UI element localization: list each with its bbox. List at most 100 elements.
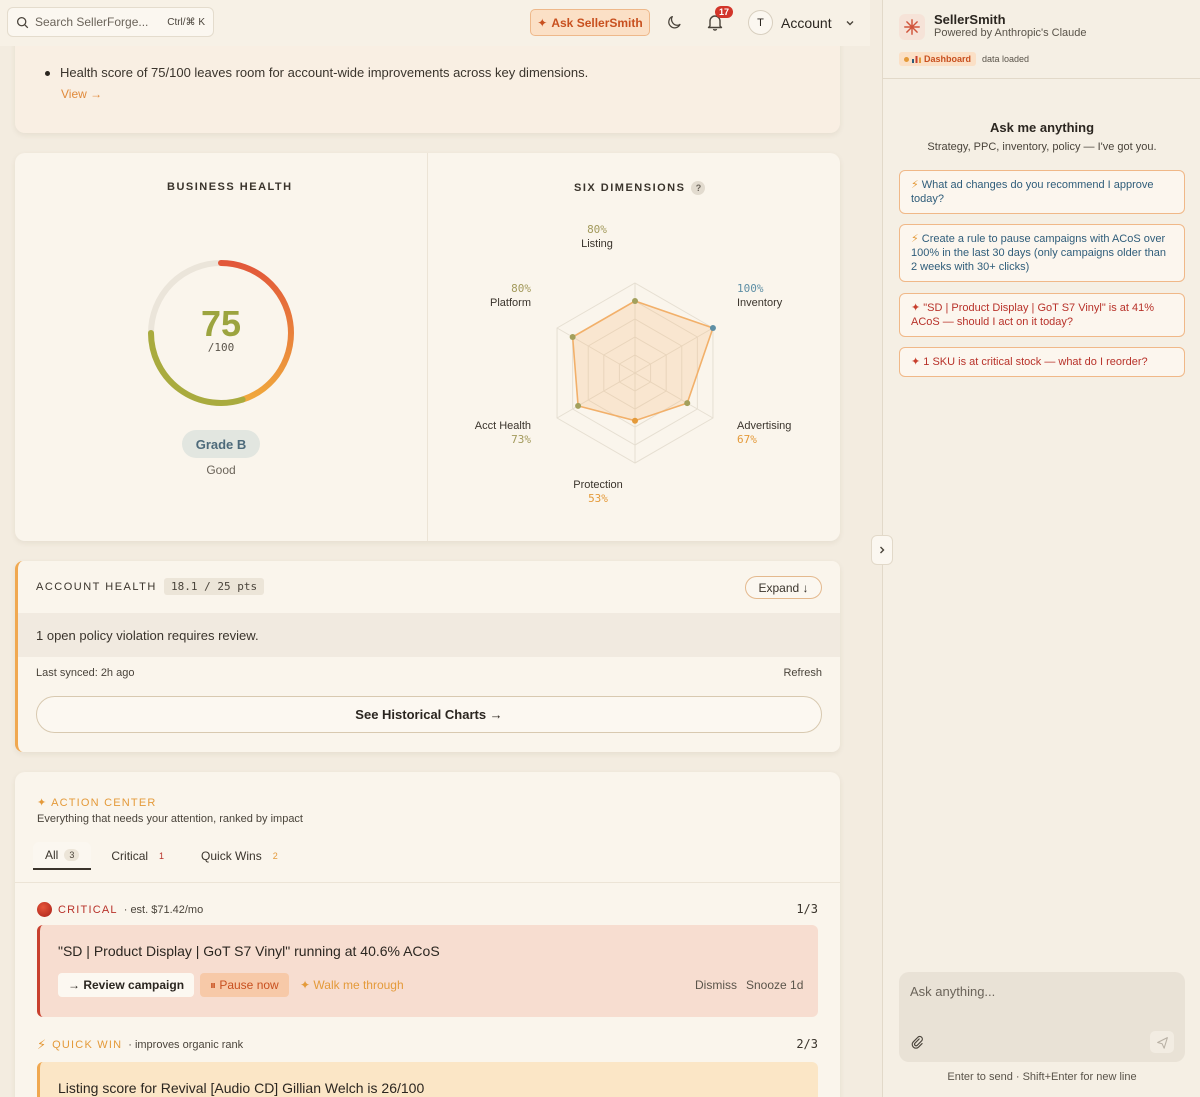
radar-value-shape — [571, 300, 714, 422]
suggestion-item[interactable]: ✦ "SD | Product Display | GoT S7 Vinyl" … — [899, 293, 1185, 337]
lightning-icon: ⚡ — [911, 179, 919, 191]
search-icon — [16, 16, 29, 28]
context-chip[interactable]: Dashboard — [899, 52, 977, 66]
dim-pct-advertising: 67% — [737, 433, 757, 446]
quick-win-action-item: Listing score for Revival [Audio CD] Gil… — [37, 1062, 818, 1097]
quick-win-label: QUICK WIN — [52, 1039, 123, 1051]
ask-button-label: Ask SellerSmith — [551, 15, 643, 30]
expand-button[interactable]: Expand ↓ — [745, 576, 822, 599]
quick-win-row-header: ⚡ QUICK WIN · improves organic rank — [37, 1037, 243, 1053]
chat-input[interactable] — [910, 981, 1170, 1001]
view-link[interactable]: View → — [61, 87, 102, 101]
dim-pct-protection: 53% — [588, 492, 608, 505]
refresh-button[interactable]: Refresh — [783, 667, 822, 679]
dim-name-platform: Platform — [490, 297, 531, 309]
critical-position: 1/3 — [796, 902, 818, 916]
suggestion-item[interactable]: ✦ 1 SKU is at critical stock — what do I… — [899, 347, 1185, 377]
historical-charts-button[interactable]: See Historical Charts → — [36, 696, 822, 733]
health-overview-card: BUSINESS HEALTH 75 /100 Grade B Good SIX… — [15, 153, 840, 541]
help-icon[interactable]: ? — [691, 181, 706, 195]
suggestion-item[interactable]: ⚡ Create a rule to pause campaigns with … — [899, 224, 1185, 282]
review-campaign-button[interactable]: → Review campaign — [58, 973, 195, 997]
critical-label: CRITICAL — [58, 903, 118, 916]
chat-composer — [899, 972, 1185, 1062]
dim-label-protection: Protection 53% — [562, 478, 634, 506]
send-icon — [1156, 1036, 1168, 1049]
dim-pct-inventory: 100% — [737, 282, 764, 295]
pause-now-button[interactable]: ⏸ Pause now — [200, 973, 289, 997]
critical-action-text: "SD | Product Display | GoT S7 Vinyl" ru… — [58, 943, 440, 959]
dim-name-acct-health: Acct Health — [474, 420, 531, 432]
moon-icon — [668, 15, 681, 29]
dim-pct-platform: 80% — [511, 282, 531, 295]
action-center-card: ✦ ACTION CENTER Everything that needs yo… — [15, 772, 840, 1097]
tabs-divider — [15, 882, 840, 883]
walk-me-through-button[interactable]: ✦ Walk me through — [300, 973, 404, 997]
critical-meta: · est. $71.42/mo — [123, 903, 204, 916]
search-shortcut: Ctrl/⌘ K — [167, 16, 205, 28]
six-dimensions-label: SIX DIMENSIONS — [574, 182, 686, 194]
business-health-title: BUSINESS HEALTH — [167, 181, 293, 193]
theme-toggle[interactable] — [666, 13, 686, 33]
action-center-subtitle: Everything that needs your attention, ra… — [37, 813, 303, 825]
dimensions-radar-chart — [556, 282, 716, 464]
lightning-icon: ⚡ — [911, 233, 919, 245]
ask-sellersmith-button[interactable]: ✦ Ask SellerSmith — [530, 9, 650, 36]
bullet-dot — [45, 71, 50, 76]
snooze-button[interactable]: Snooze 1d — [746, 978, 803, 992]
dim-name-listing: Listing — [581, 238, 613, 250]
context-status: data loaded — [982, 54, 1030, 64]
sparkle-icon: ✦ — [911, 356, 921, 368]
tab-all[interactable]: All 3 — [33, 842, 92, 870]
lightning-icon: ⚡ — [37, 1037, 47, 1052]
sparkle-icon: ✦ — [911, 302, 921, 314]
sparkle-icon: ✦ — [537, 15, 548, 30]
dim-name-protection: Protection — [573, 479, 623, 491]
suggestion-text: What ad changes do you recommend I appro… — [911, 179, 1154, 205]
quick-win-meta: · improves organic rank — [128, 1039, 244, 1051]
starburst-icon — [904, 19, 920, 35]
dim-pct-listing: 80% — [587, 223, 607, 236]
last-synced: Last synced: 2h ago — [36, 667, 135, 679]
tab-quick-wins[interactable]: Quick Wins 2 — [189, 842, 295, 870]
quick-win-action-text: Listing score for Revival [Audio CD] Gil… — [58, 1080, 425, 1096]
tab-critical[interactable]: Critical 1 — [99, 842, 181, 870]
search-box[interactable]: Search SellerForge... Ctrl/⌘ K — [7, 7, 214, 37]
tab-all-label: All — [45, 848, 59, 862]
card-divider — [427, 153, 428, 541]
violation-text: 1 open policy violation requires review. — [36, 627, 259, 643]
search-placeholder: Search SellerForge... — [35, 15, 149, 29]
notifications-button[interactable]: 17 — [705, 6, 734, 34]
context-indicator: Dashboard data loaded — [899, 52, 1029, 66]
health-score: 75 — [200, 303, 242, 344]
dim-name-inventory: Inventory — [737, 297, 783, 309]
dismiss-button[interactable]: Dismiss — [695, 978, 737, 992]
assistant-heading: Ask me anything — [989, 120, 1095, 135]
status-dot-icon — [904, 56, 909, 62]
quick-win-position: 2/3 — [796, 1037, 818, 1051]
critical-dot-icon — [37, 902, 52, 917]
assistant-subheading: Strategy, PPC, inventory, policy — I've … — [927, 141, 1157, 153]
collapse-panel-button[interactable] — [871, 535, 893, 565]
dim-label-acct-health: Acct Health 73% — [455, 419, 531, 447]
panel-divider — [883, 78, 1200, 79]
account-health-card: ACCOUNT HEALTH 18.1 / 25 pts Expand ↓ 1 … — [15, 561, 840, 752]
radar-point-protection — [632, 417, 638, 424]
tab-quick-wins-label: Quick Wins — [201, 849, 262, 863]
radar-point-listing — [632, 298, 638, 304]
composer-hint: Enter to send · Shift+Enter for new line — [947, 1071, 1137, 1083]
dim-pct-acct-health: 73% — [511, 433, 531, 446]
account-menu[interactable]: T Account — [748, 9, 856, 36]
suggestion-item[interactable]: ⚡ What ad changes do you recommend I app… — [899, 170, 1185, 214]
dim-label-inventory: 100% Inventory — [737, 282, 782, 310]
grade-badge: Grade B — [182, 430, 260, 458]
sellersmith-logo — [899, 14, 925, 40]
grade-description: Good — [206, 463, 236, 477]
paperclip-icon[interactable] — [910, 1035, 924, 1049]
account-health-title: ACCOUNT HEALTH — [36, 581, 157, 593]
critical-row-header: CRITICAL · est. $71.42/mo — [37, 902, 203, 917]
radar-point-acct-health — [575, 402, 582, 409]
dim-label-platform: 80% Platform — [455, 282, 531, 310]
account-label: Account — [781, 14, 832, 31]
send-button[interactable] — [1150, 1031, 1174, 1053]
